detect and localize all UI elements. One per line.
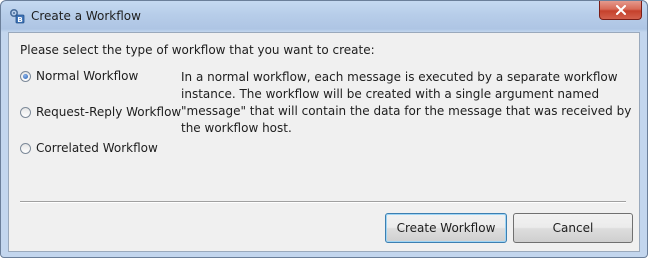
- create-workflow-button[interactable]: Create Workflow: [385, 213, 507, 243]
- cancel-button[interactable]: Cancel: [513, 213, 633, 243]
- radio-button-normal-workflow[interactable]: [20, 70, 31, 82]
- separator: [20, 201, 626, 203]
- workflow-description: In a normal workflow, each message is ex…: [181, 70, 632, 135]
- dialog-window: B Create a Workflow Please select the ty…: [0, 0, 648, 258]
- window-title: Create a Workflow: [31, 9, 141, 23]
- option-label: Request-Reply Workflow: [36, 105, 182, 119]
- radio-button-correlated-workflow[interactable]: [20, 142, 31, 154]
- radio-button-request-reply-workflow[interactable]: [20, 106, 31, 118]
- svg-text:B: B: [17, 16, 22, 24]
- close-icon: [616, 5, 626, 15]
- dialog-body: Please select the type of workflow that …: [8, 32, 640, 252]
- close-button[interactable]: [599, 1, 642, 20]
- option-correlated-workflow[interactable]: Correlated Workflow: [20, 141, 158, 155]
- workflow-app-icon: B: [9, 8, 25, 24]
- option-normal-workflow[interactable]: Normal Workflow: [20, 69, 138, 83]
- option-label: Correlated Workflow: [36, 141, 158, 155]
- option-label: Normal Workflow: [36, 69, 139, 83]
- option-request-reply-workflow[interactable]: Request-Reply Workflow: [20, 105, 181, 119]
- title-bar[interactable]: B Create a Workflow: [1, 1, 647, 32]
- selection-prompt: Please select the type of workflow that …: [20, 43, 375, 57]
